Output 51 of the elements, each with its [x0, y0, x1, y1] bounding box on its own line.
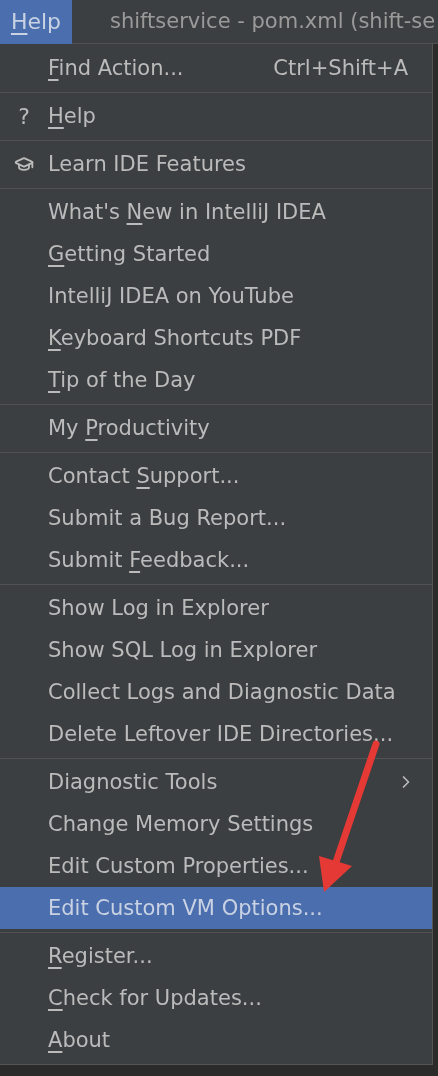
menu-item[interactable]: Collect Logs and Diagnostic Data [0, 671, 432, 713]
menu-item[interactable]: Find Action... Ctrl+Shift+A [0, 47, 432, 89]
menu-item-label: Contact Support... [48, 463, 240, 488]
menu-item[interactable]: Keyboard Shortcuts PDF [0, 317, 432, 359]
menu-item[interactable]: Edit Custom Properties... [0, 845, 432, 887]
menu-item[interactable]: Submit a Bug Report... [0, 497, 432, 539]
menu-item-label: IntelliJ IDEA on YouTube [48, 283, 294, 308]
menu-item-label: Getting Started [48, 241, 211, 266]
menu-item[interactable]: Getting Started [0, 233, 432, 275]
menu-item-label: Edit Custom Properties... [48, 853, 309, 878]
menu-item[interactable]: IntelliJ IDEA on YouTube [0, 275, 432, 317]
menu-item[interactable]: About [0, 1019, 432, 1061]
window-title: shiftservice - pom.xml (shift-se [110, 7, 436, 35]
shortcut-label: Ctrl+Shift+A [273, 57, 408, 79]
menu-item-label: Submit Feedback... [48, 547, 250, 572]
menu-item-label: Show SQL Log in Explorer [48, 637, 317, 662]
menu-item-label: Collect Logs and Diagnostic Data [48, 679, 396, 704]
menu-item[interactable]: Contact Support... [0, 455, 432, 497]
menu-item[interactable]: Delete Leftover IDE Directories... [0, 713, 432, 755]
menu-item[interactable]: ? Help [0, 95, 432, 137]
menu-item-label: Delete Leftover IDE Directories... [48, 721, 394, 746]
menu-item-label: Change Memory Settings [48, 811, 314, 836]
menu-item-label: Learn IDE Features [48, 151, 246, 176]
help-icon: ? [18, 99, 30, 133]
menu-item[interactable]: What's New in IntelliJ IDEA [0, 191, 432, 233]
menu-item[interactable]: Change Memory Settings [0, 803, 432, 845]
menu-item-label: My Productivity [48, 415, 210, 440]
menu-item-label: What's New in IntelliJ IDEA [48, 199, 326, 224]
graduation-cap-icon [14, 154, 34, 174]
menu-item[interactable]: Diagnostic Tools [0, 761, 432, 803]
menu-item[interactable]: Tip of the Day [0, 359, 432, 401]
menu-item-label: Edit Custom VM Options... [48, 895, 323, 920]
menu-item-label: Diagnostic Tools [48, 769, 218, 794]
menu-item-label: Find Action... [48, 55, 184, 80]
menu-item[interactable]: Edit Custom VM Options... [0, 887, 432, 929]
menu-item-label: Check for Updates... [48, 985, 262, 1010]
menu-item[interactable]: Check for Updates... [0, 977, 432, 1019]
menu-item-label: Tip of the Day [48, 367, 196, 392]
menu-item-label: About [48, 1027, 111, 1052]
menu-item-label: Show Log in Explorer [48, 595, 269, 620]
menu-item-label: Keyboard Shortcuts PDF [48, 325, 302, 350]
menu-item[interactable]: Register... [0, 935, 432, 977]
help-menu[interactable]: Help [0, 0, 72, 44]
menu-item-label: Help [48, 103, 96, 128]
menu-item[interactable]: My Productivity [0, 407, 432, 449]
menu-item[interactable]: Learn IDE Features [0, 143, 432, 185]
menu-item-label: Register... [48, 943, 153, 968]
menu-item[interactable]: Show Log in Explorer [0, 587, 432, 629]
menu-item-label: Submit a Bug Report... [48, 505, 287, 530]
menu-item[interactable]: Show SQL Log in Explorer [0, 629, 432, 671]
menu-item[interactable]: Submit Feedback... [0, 539, 432, 581]
